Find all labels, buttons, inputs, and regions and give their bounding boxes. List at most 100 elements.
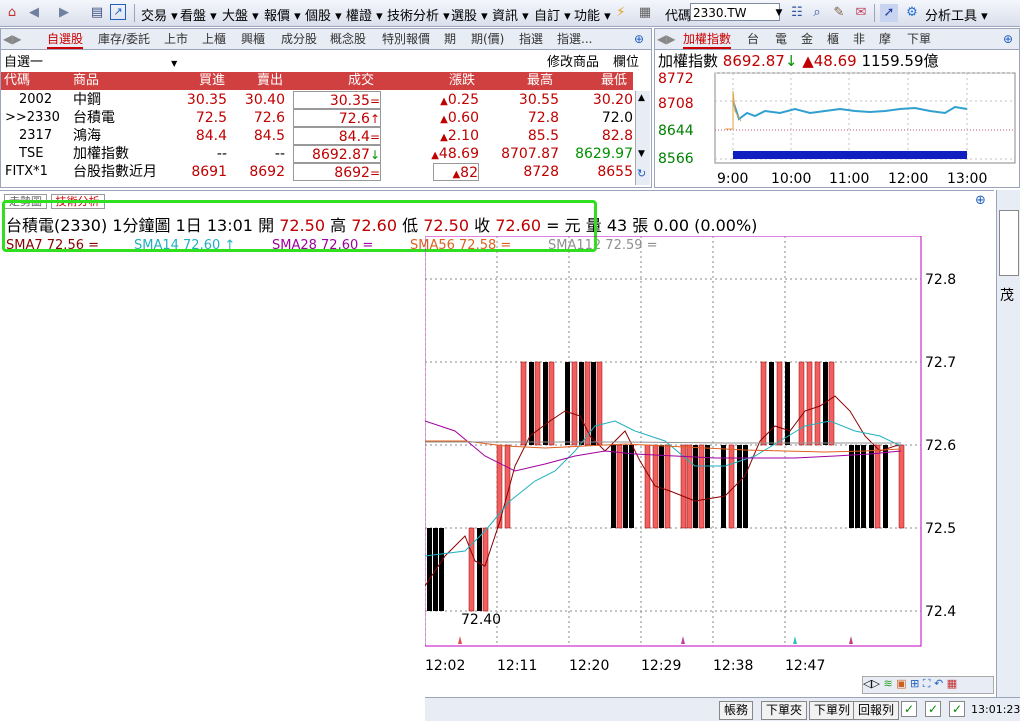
calendar-icon[interactable]: ▣ (896, 677, 906, 690)
watchlist-row[interactable]: TSE 加權指數 -- -- 8692.87↓ ▲48.69 8707.87 8… (1, 145, 633, 163)
refresh-icon[interactable]: ↻ (637, 167, 646, 180)
scroll-up-icon[interactable]: ▲ (638, 93, 645, 103)
fit-icon[interactable]: ⛶ (923, 677, 931, 690)
watchlist-tab-6[interactable]: 概念股 (330, 31, 366, 47)
tools-icon[interactable]: ✎ (830, 4, 848, 22)
watchlist-tab-3[interactable]: 上櫃 (202, 31, 226, 47)
side-scroll[interactable] (999, 210, 1019, 276)
col-code[interactable]: 代碼 (4, 72, 30, 90)
index-quote-line: 加權指數 8692.87↓ ▲48.69 1159.59億 (658, 50, 939, 71)
candle-bar (806, 361, 813, 446)
scroll-down-icon[interactable]: ▼ (638, 149, 645, 159)
watchlist-tab-1[interactable]: 庫存/委託 (98, 31, 150, 47)
candle-bar (728, 444, 735, 529)
menu-2[interactable]: 大盤 ▾ (222, 5, 259, 24)
watchlist-row[interactable]: 2002 中鋼 30.35 30.40 30.35= ▲0.25 30.55 3… (1, 91, 633, 109)
tab-left-arrow[interactable]: ◀▶ (3, 31, 21, 47)
col-ask[interactable]: 賣出 (257, 72, 283, 90)
watchlist-tab-5[interactable]: 成分股 (281, 31, 317, 47)
quote-icon[interactable]: ☷ (788, 4, 806, 22)
watchlist-tab-10[interactable]: 指選 (519, 31, 543, 47)
candle-bar (543, 362, 548, 445)
popout-icon[interactable]: ↗ (110, 4, 126, 20)
status-button[interactable]: 回報列 (853, 701, 900, 720)
menu-10[interactable]: 功能 ▾ (574, 5, 611, 24)
analysis-tools-menu[interactable]: 分析工具 ▾ (925, 5, 988, 24)
print-icon[interactable]: ▤ (88, 4, 106, 22)
chart-scroll-right-icon[interactable]: ▷ (871, 677, 879, 690)
watchlist-row[interactable]: >>2330 台積電 72.5 72.6 72.6↑ ▲0.60 72.8 72… (1, 109, 633, 127)
index-tab-5[interactable]: 非 (853, 31, 865, 47)
watchlist-row[interactable]: 2317 鴻海 84.4 84.5 84.4= ▲2.10 85.5 82.8 (1, 127, 633, 145)
settings-icon[interactable]: ▦ (947, 677, 957, 690)
menu-5[interactable]: 權證 ▾ (346, 5, 383, 24)
cursor-icon[interactable]: ➚ (880, 4, 898, 22)
index-tab-3[interactable]: 金 (801, 31, 813, 47)
row-high: 30.55 (518, 92, 559, 108)
index-tab-2[interactable]: 電 (775, 31, 787, 47)
lightning-icon[interactable]: ⚡ (612, 4, 630, 22)
zoom-in-icon[interactable]: ⊞ (910, 677, 919, 690)
col-bid[interactable]: 買進 (199, 72, 225, 90)
watchlist-row[interactable]: FITX*1 台股指數近月 8691 8692 8692= ▲82 8728 8… (1, 163, 633, 181)
watchlist-tab-7[interactable]: 特別報價 (382, 31, 430, 47)
analysis-tools-icon[interactable]: ⚙ (903, 4, 921, 22)
watchlist-tab-2[interactable]: 上市 (164, 31, 188, 47)
menu-3[interactable]: 報價 ▾ (264, 5, 301, 24)
candle-bar (898, 444, 905, 529)
check-icon-1[interactable]: ✓ (901, 701, 917, 717)
col-name[interactable]: 商品 (73, 72, 99, 90)
menu-7[interactable]: 選股 ▾ (451, 5, 488, 24)
status-button[interactable]: 下單夾 (761, 701, 808, 720)
menu-8[interactable]: 資訊 ▾ (492, 5, 529, 24)
menu-6[interactable]: 技術分析 ▾ (387, 5, 450, 24)
chart-type-icon[interactable]: ≋ (883, 677, 892, 690)
index-tab-6[interactable]: 摩 (879, 31, 891, 47)
col-high[interactable]: 最高 (527, 72, 553, 90)
menu-9[interactable]: 自訂 ▾ (534, 5, 571, 24)
status-button[interactable]: 帳務 (719, 701, 754, 720)
columns-button[interactable]: 欄位 (613, 51, 639, 70)
row-code: 2317 (19, 128, 53, 143)
group-select[interactable]: 自選一 ▼ (4, 51, 177, 70)
status-button[interactable]: 下單列 (809, 701, 856, 720)
watchlist-tab-0[interactable]: 自選股 (47, 31, 84, 49)
col-change[interactable]: 漲跌 (449, 72, 475, 90)
notepad-icon[interactable]: ▦ (636, 4, 654, 22)
undo-icon[interactable]: ↶ (934, 677, 943, 690)
alert-icon[interactable]: ✉ (852, 4, 870, 22)
index-zoom-icon[interactable]: ⊕ (1003, 31, 1013, 47)
index-tab-1[interactable]: 台 (747, 31, 759, 47)
col-last[interactable]: 成交 (348, 72, 374, 90)
stock-code-input[interactable]: 2330.TW (690, 3, 780, 21)
search-icon[interactable]: ⌕ (808, 4, 826, 22)
watchlist-tab-11[interactable]: 指選... (557, 31, 592, 47)
candle-bar (520, 361, 527, 446)
forward-icon[interactable]: ▶ (55, 4, 73, 22)
index-tab-arrows[interactable]: ◀▶ (657, 31, 675, 47)
watchlist-tab-4[interactable]: 興櫃 (241, 31, 265, 47)
zoom-icon[interactable]: ⊕ (634, 31, 644, 47)
col-low[interactable]: 最低 (601, 72, 627, 90)
check-icon-2[interactable]: ✓ (925, 701, 941, 717)
menu-4[interactable]: 個股 ▾ (305, 5, 342, 24)
home-icon[interactable]: ⌂ (3, 4, 21, 22)
edit-symbols-button[interactable]: 修改商品 (547, 51, 599, 70)
index-tab-7[interactable]: 下單 (907, 31, 931, 47)
dropdown-arrow-icon[interactable]: ▼ (770, 4, 788, 22)
watchlist-scrollbar[interactable]: ▲ ▼ ↻ (635, 91, 650, 185)
back-icon[interactable]: ◀ (25, 4, 43, 22)
candle-bar (565, 362, 570, 445)
watchlist-tab-9[interactable]: 期(價) (471, 31, 504, 47)
menu-0[interactable]: 交易 ▾ (141, 5, 178, 24)
watchlist-tab-8[interactable]: 期 (444, 31, 456, 47)
candle-bar (664, 444, 671, 529)
row-code: TSE (19, 146, 44, 161)
index-tab-0[interactable]: 加權指數 (683, 31, 732, 49)
index-tab-4[interactable]: 櫃 (827, 31, 839, 47)
menu-1[interactable]: 看盤 ▾ (180, 5, 217, 24)
main-toolbar: ⌂ ◀ ▶ ▤ ↗ 交易 ▾ 看盤 ▾ 大盤 ▾ 報價 ▾ 個股 ▾ 權證 ▾ 技術分析 ▾… (0, 0, 1020, 27)
chart-zoom-icon[interactable]: ⊕ (975, 193, 986, 208)
row-low: 8655 (597, 164, 633, 180)
check-icon-3[interactable]: ✓ (949, 701, 965, 717)
